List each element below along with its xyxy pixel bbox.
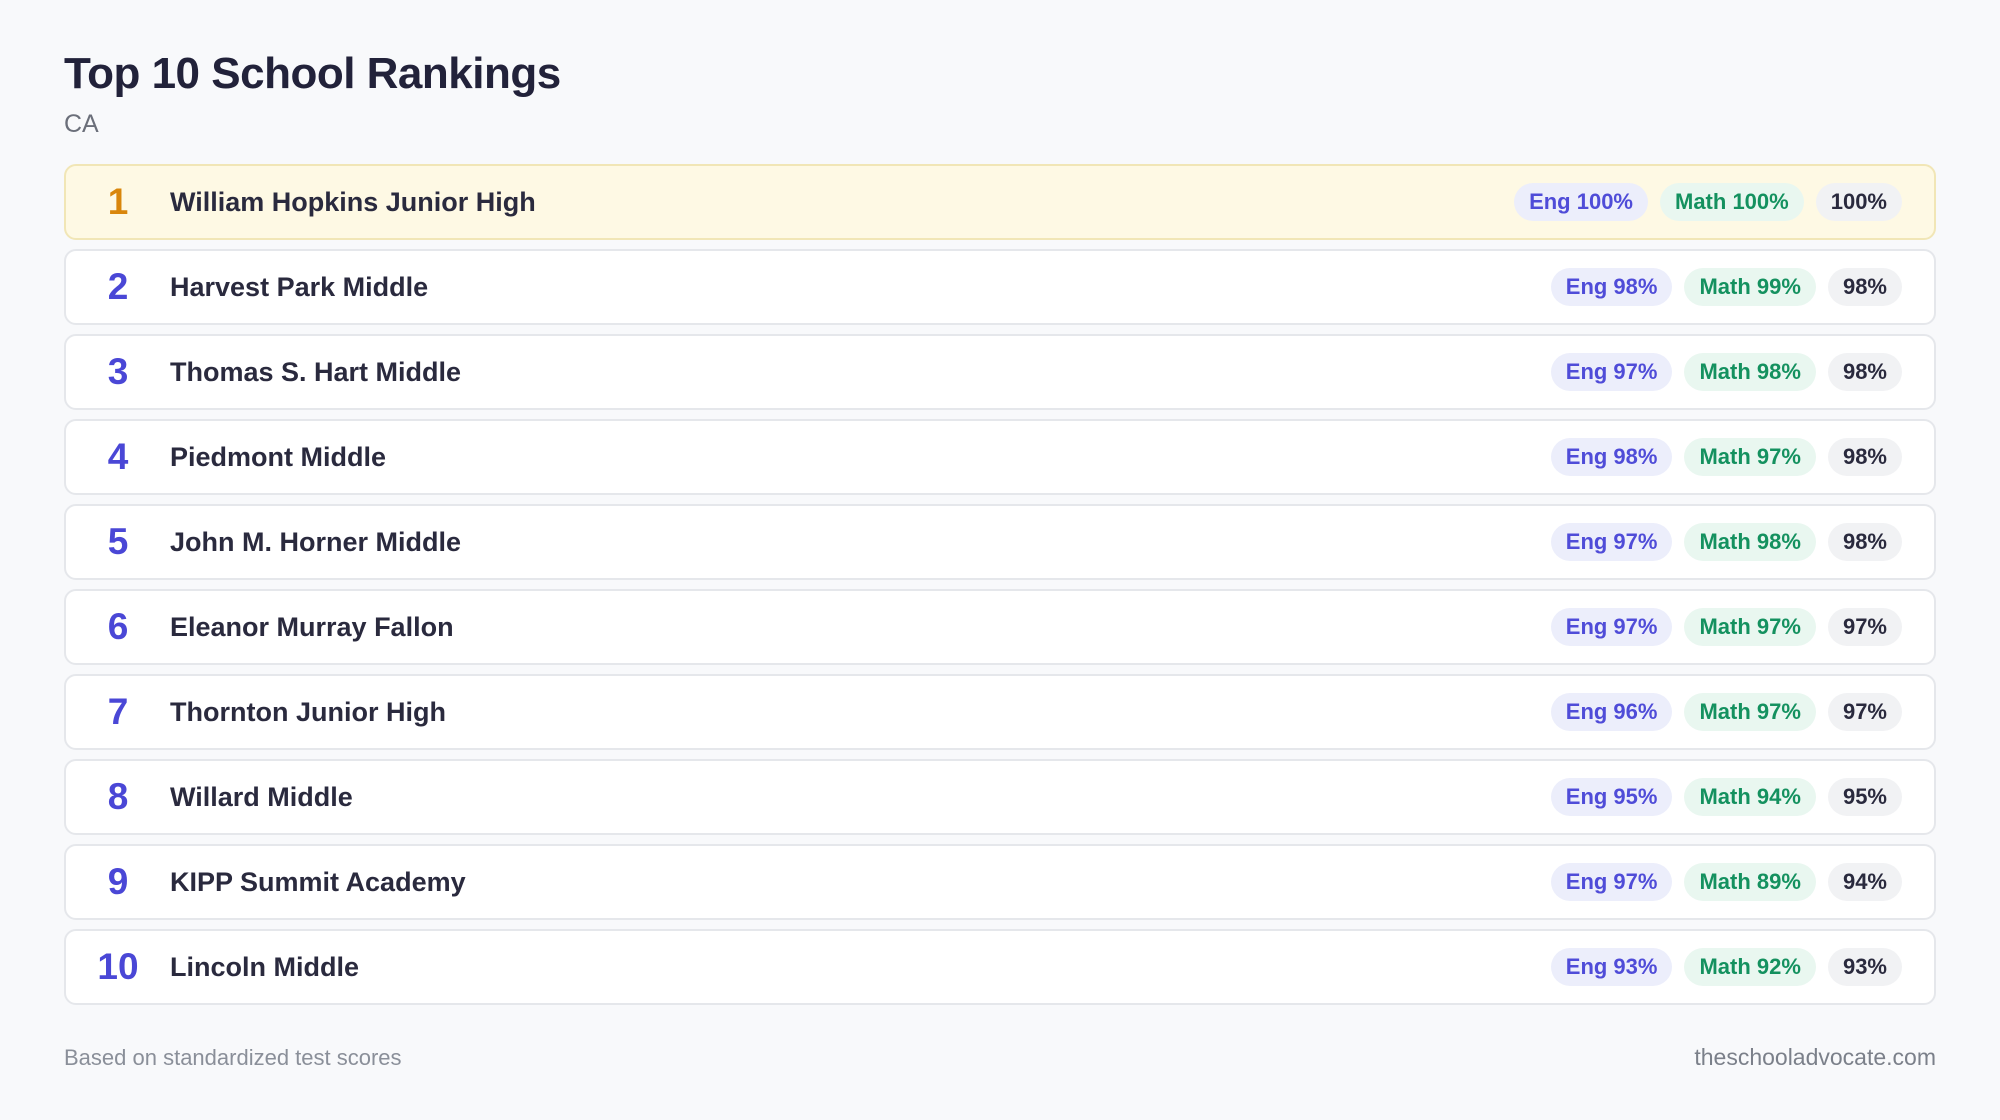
overall-score-badge: 98% [1827,523,1902,561]
rank-number: 1 [107,181,129,222]
rankings-card: Top 10 School Rankings CA 1 William Hopk… [64,46,1936,1005]
english-score-badge: Eng 98% [1550,438,1673,476]
overall-score-badge: 98% [1827,268,1902,306]
school-name: Willard Middle [170,781,353,812]
score-pills: Eng 100% Math 100% 100% [1514,183,1902,221]
english-score-badge: Eng 100% [1514,183,1648,221]
math-score-badge: Math 97% [1684,608,1816,646]
score-pills: Eng 97% Math 89% 94% [1550,863,1902,901]
ranking-row-3[interactable]: 3 Thomas S. Hart Middle Eng 97% Math 98%… [64,334,1936,410]
math-score-badge: Math 97% [1684,693,1816,731]
math-score-badge: Math 98% [1684,523,1816,561]
overall-score-badge: 97% [1827,608,1902,646]
rank-number: 10 [97,946,139,987]
school-name: Eleanor Murray Fallon [170,611,454,642]
ranking-row-2[interactable]: 2 Harvest Park Middle Eng 98% Math 99% 9… [64,249,1936,325]
english-score-badge: Eng 96% [1550,693,1673,731]
school-name: Lincoln Middle [170,951,359,982]
score-pills: Eng 97% Math 97% 97% [1550,608,1902,646]
overall-score-badge: 93% [1827,948,1902,986]
source-site-label: theschooladvocate.com [1694,1044,1936,1070]
rankings-list: 1 William Hopkins Junior High Eng 100% M… [64,164,1936,1005]
english-score-badge: Eng 97% [1550,523,1673,561]
english-score-badge: Eng 97% [1550,608,1673,646]
math-score-badge: Math 99% [1684,268,1816,306]
math-score-badge: Math 94% [1684,778,1816,816]
english-score-badge: Eng 95% [1550,778,1673,816]
rank-number: 9 [107,861,129,902]
rank-number: 3 [107,351,129,392]
school-name: Harvest Park Middle [170,271,429,302]
math-score-badge: Math 92% [1684,948,1816,986]
rank-number: 6 [107,606,129,647]
score-pills: Eng 98% Math 97% 98% [1550,438,1902,476]
ranking-row-9[interactable]: 9 KIPP Summit Academy Eng 97% Math 89% 9… [64,844,1936,920]
math-score-badge: Math 89% [1684,863,1816,901]
ranking-row-5[interactable]: 5 John M. Horner Middle Eng 97% Math 98%… [64,504,1936,580]
ranking-row-7[interactable]: 7 Thornton Junior High Eng 96% Math 97% … [64,674,1936,750]
overall-score-badge: 97% [1827,693,1902,731]
footer: Based on standardized test scores thesch… [64,1044,1936,1071]
math-score-badge: Math 97% [1684,438,1816,476]
school-name: William Hopkins Junior High [170,186,536,217]
english-score-badge: Eng 97% [1550,353,1673,391]
rank-number: 5 [107,521,129,562]
school-name: John M. Horner Middle [170,526,462,557]
rank-number: 4 [107,436,129,477]
overall-score-badge: 94% [1827,863,1902,901]
overall-score-badge: 98% [1827,438,1902,476]
english-score-badge: Eng 93% [1550,948,1673,986]
overall-score-badge: 100% [1815,183,1902,221]
ranking-row-1[interactable]: 1 William Hopkins Junior High Eng 100% M… [64,164,1936,240]
rank-number: 2 [107,266,129,307]
ranking-row-4[interactable]: 4 Piedmont Middle Eng 98% Math 97% 98% [64,419,1936,495]
rank-number: 7 [107,691,129,732]
english-score-badge: Eng 98% [1550,268,1673,306]
score-pills: Eng 98% Math 99% 98% [1550,268,1902,306]
ranking-row-10[interactable]: 10 Lincoln Middle Eng 93% Math 92% 93% [64,929,1936,1005]
ranking-row-6[interactable]: 6 Eleanor Murray Fallon Eng 97% Math 97%… [64,589,1936,665]
overall-score-badge: 95% [1827,778,1902,816]
score-pills: Eng 97% Math 98% 98% [1550,353,1902,391]
score-pills: Eng 93% Math 92% 93% [1550,948,1902,986]
school-name: Piedmont Middle [170,441,386,472]
page-subtitle: CA [64,110,99,138]
rank-number: 8 [107,776,129,817]
english-score-badge: Eng 97% [1550,863,1673,901]
footer-note: Based on standardized test scores [64,1044,402,1070]
ranking-row-8[interactable]: 8 Willard Middle Eng 95% Math 94% 95% [64,759,1936,835]
score-pills: Eng 97% Math 98% 98% [1550,523,1902,561]
school-name: Thornton Junior High [170,696,446,727]
school-name: Thomas S. Hart Middle [170,356,462,387]
math-score-badge: Math 98% [1684,353,1816,391]
overall-score-badge: 98% [1827,353,1902,391]
math-score-badge: Math 100% [1660,183,1804,221]
page-title: Top 10 School Rankings [64,49,561,98]
score-pills: Eng 96% Math 97% 97% [1550,693,1902,731]
school-name: KIPP Summit Academy [170,866,466,897]
score-pills: Eng 95% Math 94% 95% [1550,778,1902,816]
